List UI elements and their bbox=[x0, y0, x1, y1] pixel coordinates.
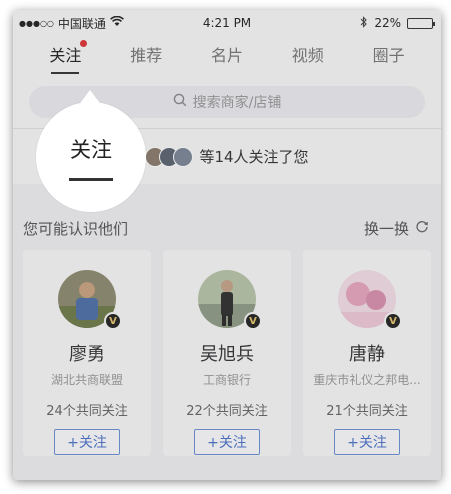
follower-avatars bbox=[145, 146, 194, 167]
tab-label: 名片 bbox=[210, 46, 243, 65]
top-tabs: 关注 推荐 名片 视频 圈子 bbox=[13, 36, 441, 80]
person-organization: 重庆市礼仪之邦电... bbox=[313, 373, 421, 387]
mutual-follow-count: 22个共同关注 bbox=[186, 404, 268, 419]
section-header: 您可能认识他们 换一换 bbox=[13, 206, 441, 250]
tab-follow[interactable]: 关注 bbox=[49, 40, 88, 74]
refresh-label: 换一换 bbox=[363, 219, 409, 238]
person-name: 唐静 bbox=[349, 344, 385, 365]
person-organization: 工商银行 bbox=[202, 373, 251, 387]
mutual-follow-count: 21个共同关注 bbox=[326, 404, 408, 419]
followers-text: 等14人关注了您 bbox=[199, 148, 309, 166]
tab-underline bbox=[51, 72, 80, 74]
avatar-container: V bbox=[198, 270, 262, 330]
status-left: ●●●○○ 中国联通 bbox=[19, 15, 124, 32]
section-title: 您可能认识他们 bbox=[23, 219, 129, 238]
suggestion-cards: V 廖勇 湖北共商联盟 24个共同关注 +关注 V 吴旭兵 工商银行 22个共同… bbox=[13, 250, 441, 456]
status-bar: ●●●○○ 中国联通 4:21 PM 22% bbox=[13, 10, 441, 36]
refresh-icon bbox=[415, 219, 429, 237]
avatar-container: V bbox=[58, 270, 122, 330]
tab-recommend[interactable]: 推荐 bbox=[130, 42, 162, 74]
tab-circle[interactable]: 圈子 bbox=[373, 42, 405, 74]
signal-icon: ●●●○○ bbox=[19, 18, 54, 28]
carrier-label: 中国联通 bbox=[57, 16, 106, 31]
tab-video[interactable]: 视频 bbox=[292, 42, 324, 74]
verified-badge-icon: V bbox=[244, 312, 262, 330]
follow-button[interactable]: +关注 bbox=[194, 429, 260, 455]
bluetooth-icon bbox=[360, 15, 368, 31]
search-icon bbox=[173, 93, 187, 111]
refresh-button[interactable]: 换一换 bbox=[364, 218, 429, 239]
status-right: 22% bbox=[360, 15, 435, 31]
notification-dot bbox=[80, 40, 88, 47]
person-name: 吴旭兵 bbox=[200, 344, 254, 365]
verified-badge-icon: V bbox=[104, 312, 122, 330]
person-card[interactable]: V 吴旭兵 工商银行 22个共同关注 +关注 bbox=[163, 250, 291, 456]
avatar-container: V bbox=[338, 270, 402, 330]
person-name: 廖勇 bbox=[69, 344, 105, 365]
avatar bbox=[173, 146, 194, 167]
follow-button[interactable]: +关注 bbox=[54, 429, 120, 455]
app-screen: ●●●○○ 中国联通 4:21 PM 22% 关注 推荐 名片 视频 圈子 搜索… bbox=[13, 10, 441, 480]
battery-percent: 22% bbox=[374, 16, 401, 30]
tab-card[interactable]: 名片 bbox=[211, 42, 243, 74]
mutual-follow-count: 24个共同关注 bbox=[46, 404, 128, 419]
wifi-icon bbox=[109, 15, 124, 30]
follow-button[interactable]: +关注 bbox=[334, 429, 400, 455]
person-organization: 湖北共商联盟 bbox=[50, 373, 123, 387]
tutorial-spotlight[interactable]: 关注 bbox=[36, 90, 146, 212]
tab-label: 关注 bbox=[49, 46, 82, 65]
tab-label: 推荐 bbox=[130, 46, 163, 65]
battery-icon bbox=[407, 17, 435, 29]
spotlight-underline bbox=[69, 177, 113, 181]
person-card[interactable]: V 唐静 重庆市礼仪之邦电... 21个共同关注 +关注 bbox=[303, 250, 431, 456]
tab-label: 视频 bbox=[291, 46, 324, 65]
search-placeholder: 搜索商家/店铺 bbox=[192, 95, 282, 111]
person-card[interactable]: V 廖勇 湖北共商联盟 24个共同关注 +关注 bbox=[23, 250, 151, 456]
verified-badge-icon: V bbox=[384, 312, 402, 330]
tab-label: 圈子 bbox=[372, 46, 405, 65]
spotlight-label: 关注 bbox=[70, 137, 112, 162]
suggestions-section: 您可能认识他们 换一换 V 廖勇 湖北共商联盟 24个共同关注 +关注 V 吴旭… bbox=[13, 206, 441, 480]
